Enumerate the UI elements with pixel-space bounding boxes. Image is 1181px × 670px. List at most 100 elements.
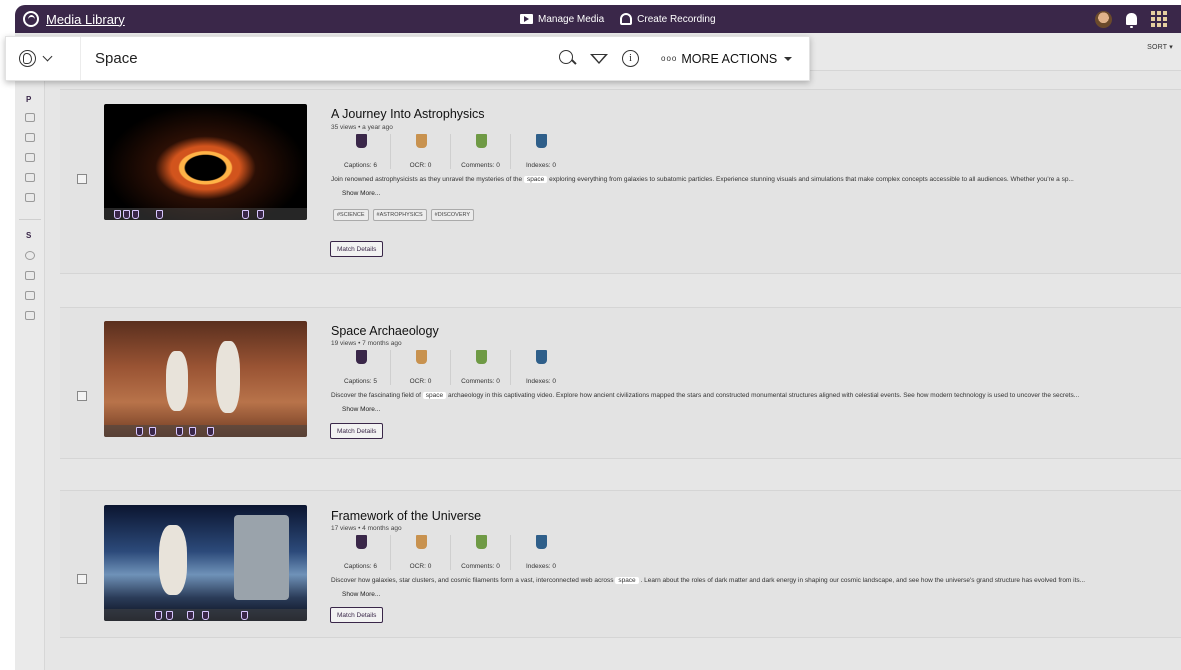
marker-icon[interactable]	[189, 427, 196, 436]
show-more-link[interactable]: Show More...	[342, 406, 380, 413]
comments-flag-icon	[476, 350, 487, 364]
caret-down-icon	[784, 56, 793, 61]
ocr-badge[interactable]: OCR: 0	[391, 134, 451, 169]
search-icon[interactable]	[559, 50, 576, 67]
captions-badge[interactable]: Captions: 6	[331, 535, 391, 570]
result-title[interactable]: Space Archaeology	[331, 324, 439, 338]
manage-media-button[interactable]: Manage Media	[520, 14, 604, 25]
share-icon[interactable]	[25, 133, 35, 142]
home-icon[interactable]	[25, 113, 35, 122]
sidebar-section-s: S	[26, 231, 32, 240]
comments-badge[interactable]: Comments: 0	[451, 134, 511, 169]
marker-icon[interactable]	[166, 611, 173, 620]
video-thumbnail[interactable]	[104, 321, 307, 437]
marker-icon[interactable]	[207, 427, 214, 436]
description-text: Join renowned astrophysicists as they un…	[331, 176, 523, 183]
avatar[interactable]	[1095, 10, 1112, 28]
astronaut-figure	[166, 351, 188, 411]
marker-icon[interactable]	[156, 210, 163, 219]
marker-icon[interactable]	[241, 611, 248, 620]
user-badge-icon[interactable]	[25, 311, 35, 320]
filter-icon[interactable]	[590, 53, 608, 64]
badge-row: Captions: 5 OCR: 0 Comments: 0 Indexes: …	[331, 350, 571, 385]
globe-icon[interactable]	[25, 251, 35, 260]
result-title[interactable]: A Journey Into Astrophysics	[331, 107, 485, 121]
indexes-badge[interactable]: Indexes: 0	[511, 134, 571, 169]
ocr-flag-icon	[416, 350, 427, 364]
users-icon[interactable]	[25, 173, 35, 182]
marker-icon[interactable]	[176, 427, 183, 436]
match-details-button[interactable]: Match Details	[330, 423, 384, 439]
ocr-label: OCR: 0	[409, 563, 432, 570]
bell-icon[interactable]	[1126, 13, 1137, 28]
star-icon[interactable]	[25, 153, 35, 162]
captions-flag-icon	[356, 535, 367, 549]
top-bar: Media Library Manage Media Create Record…	[15, 5, 1181, 33]
comments-badge[interactable]: Comments: 0	[451, 350, 511, 385]
captions-badge[interactable]: Captions: 5	[331, 350, 391, 385]
select-checkbox[interactable]	[77, 391, 87, 401]
ocr-badge[interactable]: OCR: 0	[391, 350, 451, 385]
select-checkbox[interactable]	[77, 574, 87, 584]
comments-label: Comments: 0	[461, 162, 500, 169]
marker-icon[interactable]	[136, 427, 143, 436]
indexes-badge[interactable]: Indexes: 0	[511, 350, 571, 385]
indexes-label: Indexes: 0	[526, 378, 556, 385]
marker-icon[interactable]	[114, 210, 121, 219]
marker-icon[interactable]	[257, 210, 264, 219]
marker-icon[interactable]	[155, 611, 162, 620]
result-title[interactable]: Framework of the Universe	[331, 509, 481, 523]
match-details-label: Match Details	[337, 245, 377, 253]
select-checkbox[interactable]	[77, 174, 87, 184]
sidebar-section-p: P	[26, 95, 32, 104]
captions-badge[interactable]: Captions: 6	[331, 134, 391, 169]
more-actions-button[interactable]: ooo MORE ACTIONS	[661, 52, 793, 66]
indexes-badge[interactable]: Indexes: 0	[511, 535, 571, 570]
ocr-label: OCR: 0	[409, 378, 432, 385]
inbox-icon[interactable]	[25, 193, 35, 202]
building-icon[interactable]	[25, 271, 35, 280]
comments-badge[interactable]: Comments: 0	[451, 535, 511, 570]
match-details-button[interactable]: Match Details	[330, 241, 384, 257]
library-icon[interactable]	[25, 291, 35, 300]
marker-icon[interactable]	[149, 427, 156, 436]
indexes-flag-icon	[536, 134, 547, 148]
sort-button[interactable]: SORT ▾	[1147, 43, 1173, 51]
search-input[interactable]	[95, 50, 535, 67]
captions-label: Captions: 6	[344, 162, 377, 169]
marker-icon[interactable]	[202, 611, 209, 620]
marker-icon[interactable]	[132, 210, 139, 219]
ocr-flag-icon	[416, 134, 427, 148]
video-thumbnail[interactable]	[104, 505, 307, 621]
brand[interactable]: Media Library	[15, 11, 125, 27]
marker-icon[interactable]	[187, 611, 194, 620]
top-actions: Manage Media Create Recording	[520, 5, 716, 33]
match-details-button[interactable]: Match Details	[330, 607, 384, 623]
apps-grid-icon[interactable]	[1151, 11, 1167, 27]
space-station-figure	[234, 515, 289, 600]
tag[interactable]: #DISCOVERY	[430, 209, 475, 221]
tag[interactable]: #ASTROPHYSICS	[372, 209, 427, 221]
ocr-badge[interactable]: OCR: 0	[391, 535, 451, 570]
indexes-flag-icon	[536, 535, 547, 549]
video-thumbnail[interactable]	[104, 104, 307, 220]
marker-icon[interactable]	[123, 210, 130, 219]
badge-row: Captions: 6 OCR: 0 Comments: 0 Indexes: …	[331, 134, 571, 169]
show-more-link[interactable]: Show More...	[342, 591, 380, 598]
info-icon[interactable]: i	[622, 50, 639, 67]
tag[interactable]: #SCIENCE	[333, 209, 369, 221]
description-text: . Learn about the roles of dark matter a…	[640, 577, 1086, 584]
chevron-down-icon	[42, 51, 53, 62]
description-text: exploring everything from galaxies to su…	[549, 176, 1074, 183]
sidebar: P S	[15, 71, 45, 670]
marker-icon[interactable]	[242, 210, 249, 219]
scope-selector[interactable]	[6, 37, 81, 80]
app-logo-icon	[23, 11, 39, 27]
comments-flag-icon	[476, 535, 487, 549]
create-recording-button[interactable]: Create Recording	[620, 13, 716, 25]
captions-flag-icon	[356, 350, 367, 364]
app-title: Media Library	[46, 11, 125, 27]
show-more-link[interactable]: Show More...	[342, 190, 380, 197]
ocr-label: OCR: 0	[409, 162, 432, 169]
result-meta: 35 views • a year ago	[331, 124, 393, 131]
